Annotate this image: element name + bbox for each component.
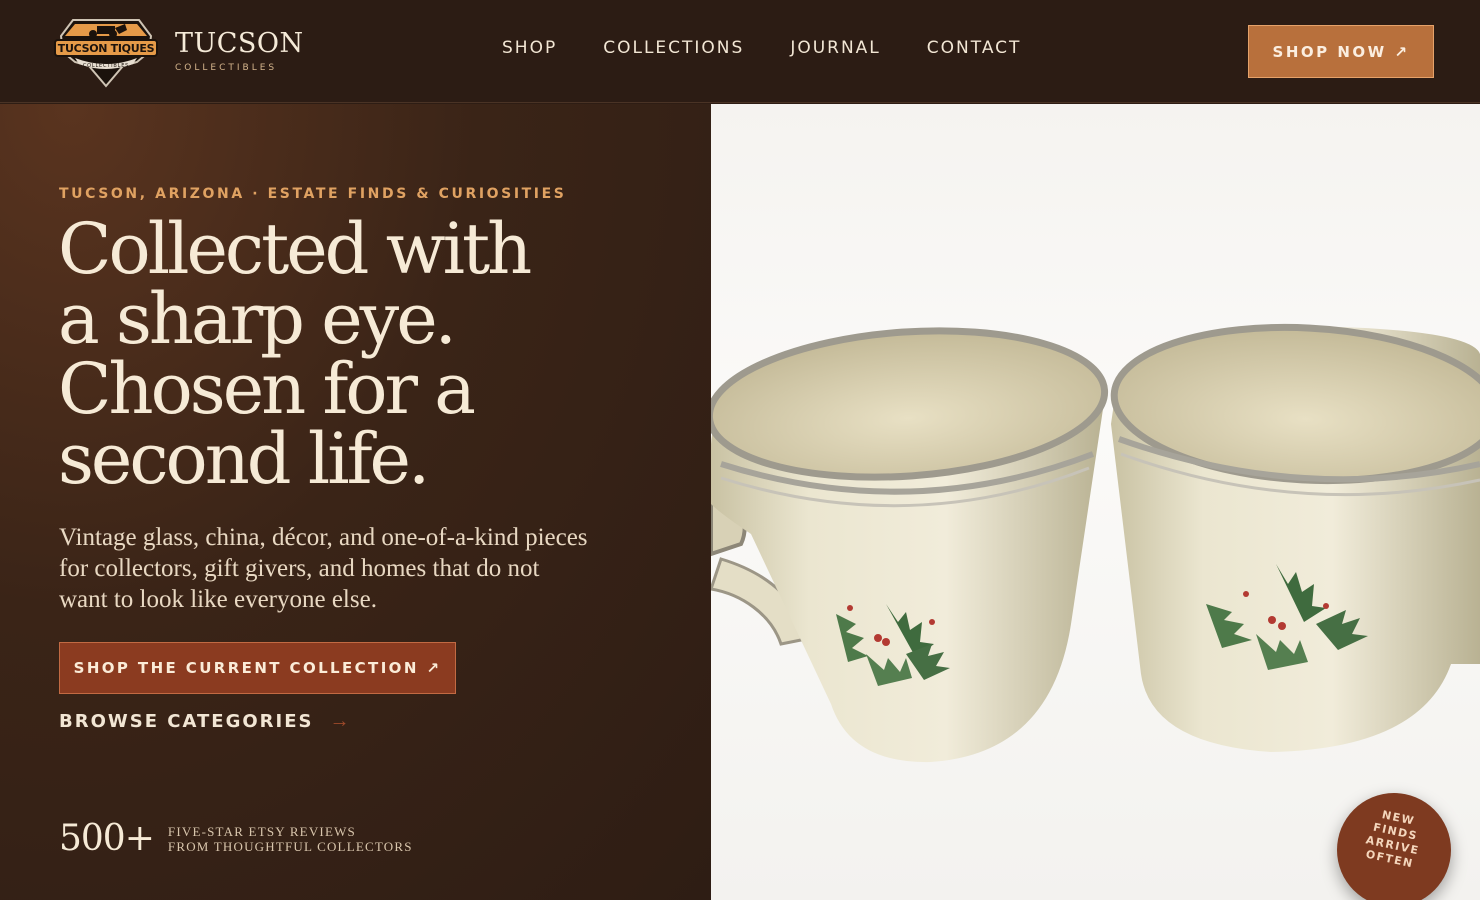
nav-journal[interactable]: JOURNAL bbox=[790, 38, 880, 58]
nav-collections[interactable]: COLLECTIONS bbox=[603, 38, 744, 58]
review-stat: 500+ FIVE-STAR ETSY REVIEWS FROM THOUGHT… bbox=[59, 818, 413, 859]
shop-now-button[interactable]: SHOP NOW ↗ bbox=[1248, 25, 1434, 78]
headline-line-3: Chosen for a bbox=[58, 348, 476, 430]
review-caption-line-1: FIVE-STAR ETSY REVIEWS bbox=[167, 823, 356, 839]
headline-line-4: second life. bbox=[58, 418, 430, 500]
shop-collection-button[interactable]: SHOP THE CURRENT COLLECTION ↗ bbox=[59, 642, 456, 694]
review-count: 500+ bbox=[59, 818, 155, 859]
brand-wordmark: TUCSON COLLECTIBLES bbox=[175, 28, 304, 74]
brand-logo[interactable]: TUCSON TIQUES COLLECTIBLES TUCSON COLLEC… bbox=[53, 14, 304, 88]
browse-categories-label: BROWSE CATEGORIES bbox=[59, 711, 314, 732]
browse-categories-link[interactable]: BROWSE CATEGORIES → bbox=[59, 710, 349, 733]
hero-text-panel: TUCSON, ARIZONA · ESTATE FINDS & CURIOSI… bbox=[0, 104, 711, 900]
review-caption-line-2: FROM THOUGHTFUL COLLECTORS bbox=[167, 838, 413, 854]
brand-name: TUCSON bbox=[175, 28, 304, 59]
nav-shop[interactable]: SHOP bbox=[502, 38, 557, 58]
nav-contact[interactable]: CONTACT bbox=[927, 38, 1022, 58]
review-caption: FIVE-STAR ETSY REVIEWS FROM THOUGHTFUL C… bbox=[168, 824, 413, 854]
hero-eyebrow: TUCSON, ARIZONA · ESTATE FINDS & CURIOSI… bbox=[59, 186, 567, 202]
hero-headline: Collected with a sharp eye. Chosen for a… bbox=[58, 214, 618, 494]
shield-logo-icon: TUCSON TIQUES COLLECTIBLES bbox=[53, 14, 159, 88]
arrow-right-icon: → bbox=[329, 710, 350, 732]
hero-description: Vintage glass, china, décor, and one-of-… bbox=[59, 524, 588, 613]
site-header: TUCSON TIQUES COLLECTIBLES TUCSON COLLEC… bbox=[0, 0, 1480, 103]
badge-text: TUCSON TIQUES bbox=[57, 42, 155, 55]
headline-line-2: a sharp eye. bbox=[58, 278, 457, 360]
new-finds-stamp[interactable]: NEW FINDS ARRIVE OFTEN bbox=[1337, 793, 1451, 900]
headline-line-1: Collected with bbox=[58, 208, 532, 290]
main-nav: SHOP COLLECTIONS JOURNAL CONTACT bbox=[502, 38, 1067, 58]
brand-tagline: COLLECTIBLES bbox=[175, 63, 278, 73]
hero-image-panel bbox=[711, 104, 1480, 900]
badge-subtext: COLLECTIBLES bbox=[82, 63, 130, 69]
stamp-text: NEW FINDS ARRIVE OFTEN bbox=[1349, 803, 1439, 874]
holly-mugs-photo bbox=[711, 323, 1480, 763]
